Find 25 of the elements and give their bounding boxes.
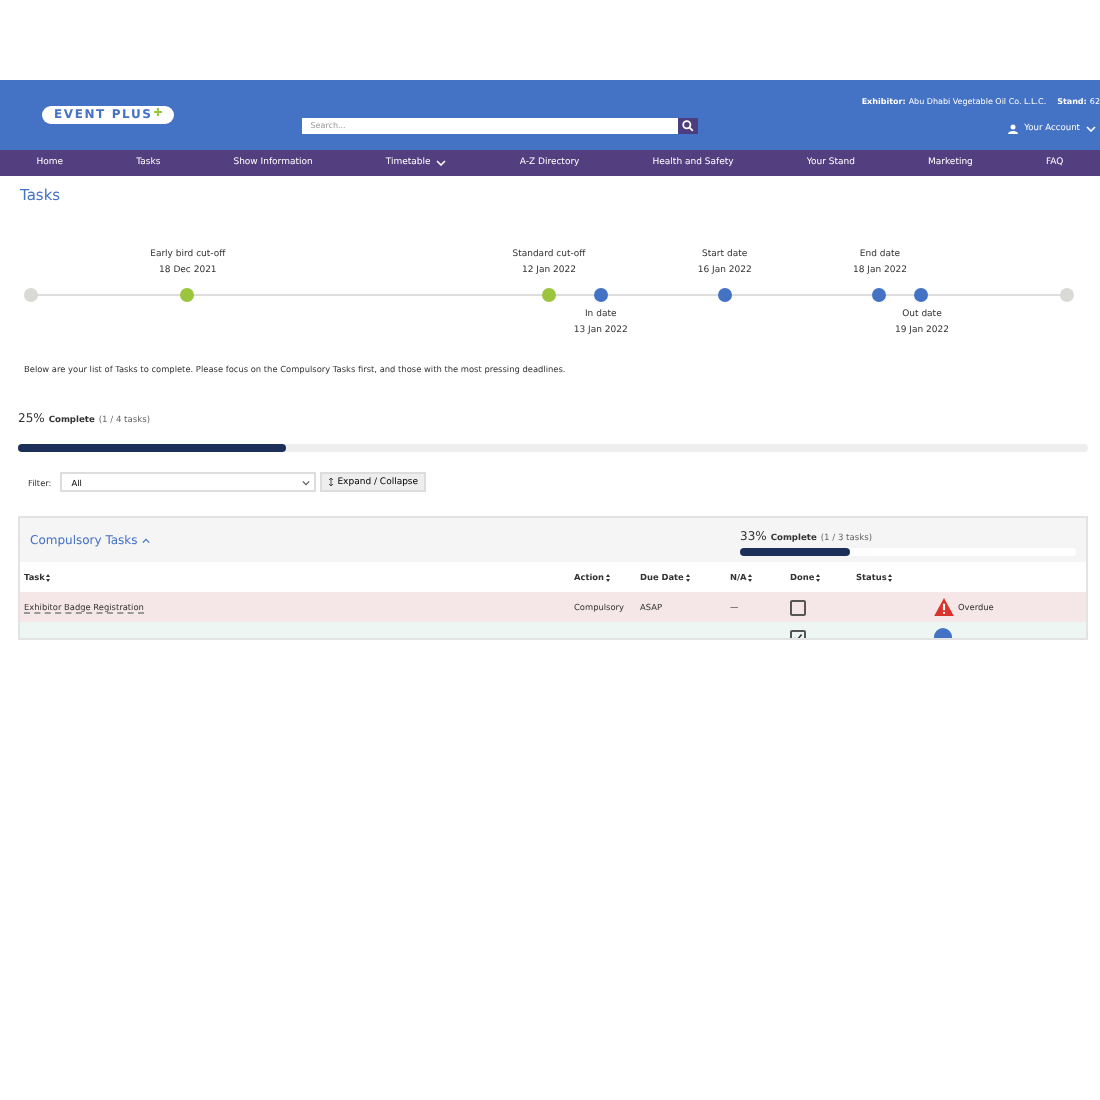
plus-icon (154, 108, 163, 116)
warning-icon (934, 598, 954, 616)
chevron-icon (436, 160, 447, 166)
search-icon (682, 119, 695, 131)
sort-icon (748, 573, 753, 581)
timeline-dot (542, 288, 556, 302)
sort-icon (46, 573, 51, 581)
timeline-dot (593, 288, 608, 302)
sort-icon (816, 573, 821, 581)
user-icon (1008, 124, 1019, 134)
timeline-dot (180, 288, 195, 302)
timeline-dot (1059, 288, 1074, 302)
chevron-icon (141, 537, 150, 543)
chevron-icon (301, 479, 310, 485)
expand-icon (327, 478, 334, 486)
timeline-dot (24, 288, 39, 302)
chevron-icon (1086, 126, 1096, 132)
sort-icon (606, 573, 611, 581)
timeline-dot (872, 288, 887, 302)
timeline-dot (717, 288, 732, 302)
done-checkbox[interactable] (790, 599, 806, 615)
search-button[interactable] (678, 117, 699, 133)
timeline-dot (914, 288, 929, 302)
sort-icon (685, 573, 690, 581)
sort-icon (888, 573, 893, 581)
